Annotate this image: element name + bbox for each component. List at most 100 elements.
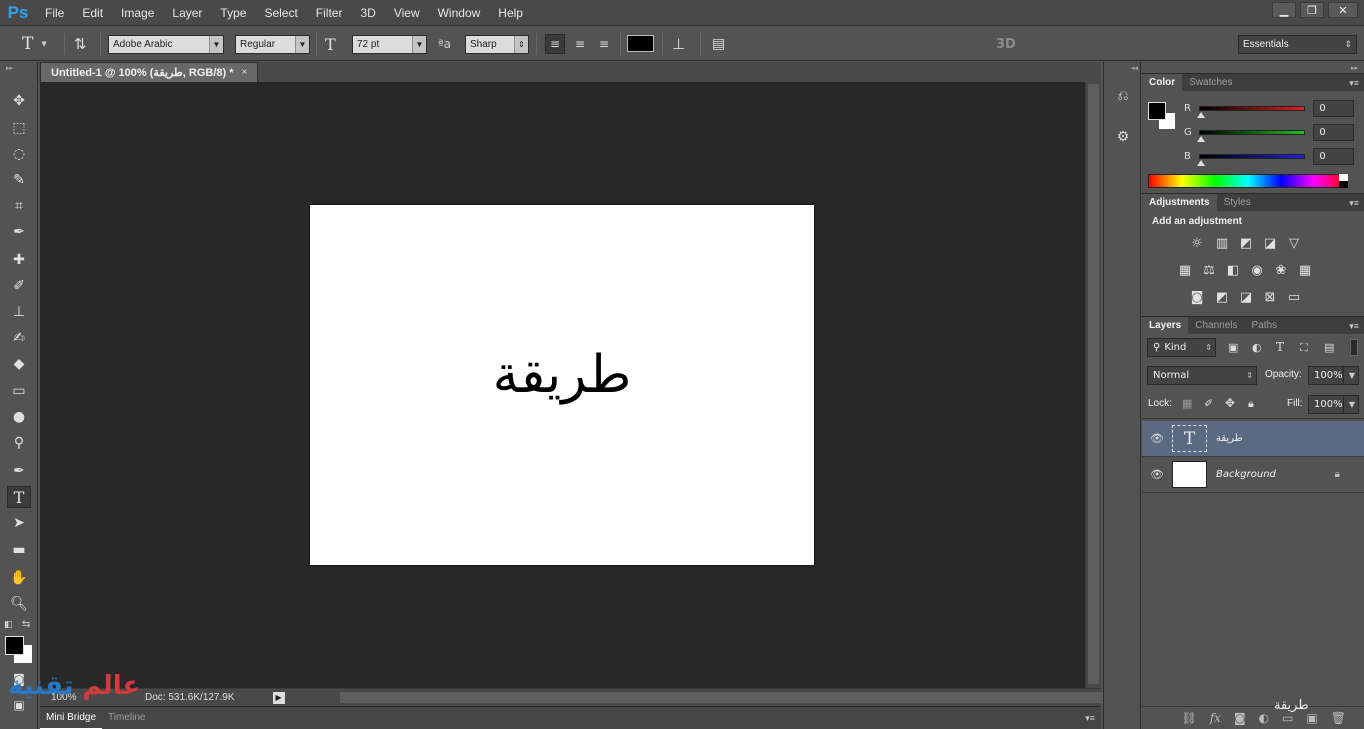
- healing-brush-icon[interactable]: ✚: [7, 249, 31, 271]
- font-style-select[interactable]: Regular ▼: [235, 34, 310, 54]
- layer-name[interactable]: Background: [1216, 469, 1276, 480]
- document-canvas[interactable]: طريقة: [310, 205, 814, 565]
- new-group-icon[interactable]: ▭: [1282, 711, 1293, 725]
- tab-paths[interactable]: Paths: [1245, 317, 1285, 334]
- type-tool-preset[interactable]: T ▼: [22, 34, 47, 54]
- zoom-tool-icon[interactable]: 🔍︎: [7, 593, 31, 615]
- visibility-eye-icon[interactable]: 👁︎: [1142, 432, 1172, 445]
- menu-file[interactable]: File: [36, 0, 73, 26]
- filter-adjustment-icon[interactable]: ◐: [1252, 341, 1262, 354]
- swap-colors-icon[interactable]: ⇆: [22, 619, 30, 630]
- tab-timeline[interactable]: Timeline: [102, 707, 151, 729]
- restore-button[interactable]: ❐: [1300, 2, 1324, 18]
- add-mask-icon[interactable]: ◙: [1234, 711, 1246, 725]
- pen-tool-icon[interactable]: ✒: [7, 460, 31, 482]
- expand-icon[interactable]: ◂◂: [1131, 64, 1138, 72]
- tab-layers[interactable]: Layers: [1142, 317, 1189, 334]
- eyedropper-tool-icon[interactable]: ✒: [7, 221, 31, 243]
- menu-edit[interactable]: Edit: [73, 0, 112, 26]
- opacity-dropdown[interactable]: ▼: [1343, 366, 1359, 385]
- marquee-tool-icon[interactable]: ⬚: [7, 117, 31, 139]
- lock-position-icon[interactable]: ✥: [1225, 396, 1235, 410]
- panel-menu-icon[interactable]: ▾≡: [1349, 198, 1359, 209]
- dodge-tool-icon[interactable]: ⚲: [7, 432, 31, 454]
- filter-pixel-icon[interactable]: ▣: [1228, 341, 1238, 354]
- exposure-icon[interactable]: ◪: [1262, 235, 1278, 251]
- workspace-select[interactable]: Essentials ⇕: [1238, 34, 1357, 54]
- invert-icon[interactable]: ◙: [1189, 289, 1205, 305]
- menu-window[interactable]: Window: [429, 0, 490, 26]
- properties-panel-icon[interactable]: ⚙: [1113, 127, 1133, 147]
- green-slider[interactable]: [1197, 129, 1306, 142]
- close-tab-icon[interactable]: ×: [242, 67, 248, 78]
- lock-pixels-icon[interactable]: ✐: [1204, 397, 1213, 410]
- menu-filter[interactable]: Filter: [307, 0, 352, 26]
- tab-styles[interactable]: Styles: [1217, 194, 1258, 211]
- new-layer-icon[interactable]: ▣: [1306, 711, 1317, 725]
- blue-value-input[interactable]: 0: [1313, 147, 1354, 165]
- align-left-icon[interactable]: ≡: [545, 34, 565, 54]
- layer-row-text[interactable]: 👁︎ T طريقة: [1142, 421, 1364, 457]
- layer-row-background[interactable]: 👁︎ Background 🔒︎: [1142, 457, 1364, 493]
- menu-help[interactable]: Help: [489, 0, 532, 26]
- color-balance-icon[interactable]: ⚖: [1201, 262, 1217, 278]
- red-slider[interactable]: [1197, 105, 1306, 118]
- color-lookup-icon[interactable]: ▦: [1297, 262, 1313, 278]
- status-menu-arrow-icon[interactable]: ▶: [272, 691, 285, 704]
- text-orientation-icon[interactable]: ⇅: [74, 34, 87, 54]
- spectrum-black-swatch[interactable]: [1339, 181, 1348, 188]
- filter-shape-icon[interactable]: ⛶: [1300, 341, 1308, 355]
- collapse-icon[interactable]: ▸▸: [1351, 64, 1358, 72]
- delete-layer-icon[interactable]: 🗑︎: [1331, 711, 1346, 725]
- close-button[interactable]: ✕: [1328, 2, 1358, 18]
- canvas-text-layer[interactable]: طريقة: [493, 345, 632, 405]
- brush-tool-icon[interactable]: ✐: [7, 275, 31, 297]
- posterize-icon[interactable]: ◩: [1214, 289, 1230, 305]
- green-value-input[interactable]: 0: [1313, 123, 1354, 141]
- red-value-input[interactable]: 0: [1313, 99, 1354, 117]
- layer-filter-select[interactable]: ⚲ Kind ⇕: [1147, 338, 1216, 357]
- lock-all-icon[interactable]: 🔒︎: [1248, 397, 1254, 411]
- eraser-tool-icon[interactable]: ◆: [7, 353, 31, 375]
- path-select-tool-icon[interactable]: ➤: [7, 512, 31, 534]
- gradient-tool-icon[interactable]: ▭: [7, 380, 31, 402]
- tab-mini-bridge[interactable]: Mini Bridge: [40, 707, 103, 729]
- foreground-color-swatch[interactable]: [5, 636, 24, 655]
- panel-menu-icon[interactable]: ▾≡: [1085, 713, 1095, 724]
- font-family-select[interactable]: Adobe Arabic ▼: [108, 34, 224, 54]
- menu-select[interactable]: Select: [255, 0, 306, 26]
- scrollbar-thumb[interactable]: [1088, 84, 1099, 684]
- link-layers-icon[interactable]: ⛓: [1181, 711, 1196, 725]
- slider-handle-icon[interactable]: [1197, 159, 1206, 166]
- menu-3d[interactable]: 3D: [351, 0, 384, 26]
- color-fg-swatch[interactable]: [1148, 102, 1166, 120]
- levels-icon[interactable]: ▥: [1214, 235, 1230, 251]
- blue-slider[interactable]: [1197, 153, 1306, 166]
- move-tool-icon[interactable]: ✥: [7, 90, 31, 112]
- lasso-tool-icon[interactable]: ◌: [7, 143, 31, 165]
- slider-handle-icon[interactable]: [1197, 135, 1206, 142]
- clone-stamp-icon[interactable]: ⊥: [7, 301, 31, 323]
- default-colors-icon[interactable]: ◧: [4, 620, 13, 630]
- visibility-eye-icon[interactable]: 👁︎: [1142, 468, 1172, 481]
- layer-name[interactable]: طريقة: [1216, 433, 1243, 444]
- vibrance-icon[interactable]: ▽: [1286, 235, 1302, 251]
- text-color-swatch[interactable]: [627, 35, 654, 52]
- filter-type-icon[interactable]: T: [1276, 340, 1284, 354]
- character-panel-icon[interactable]: ▤: [712, 34, 725, 54]
- photo-filter-icon[interactable]: ◉: [1249, 262, 1265, 278]
- blur-tool-icon[interactable]: ●: [7, 406, 31, 428]
- menu-image[interactable]: Image: [112, 0, 163, 26]
- font-size-select[interactable]: 72 pt ▼: [352, 34, 427, 54]
- lock-transparent-icon[interactable]: ▦: [1182, 397, 1192, 410]
- menu-layer[interactable]: Layer: [163, 0, 211, 26]
- tab-swatches[interactable]: Swatches: [1182, 74, 1239, 91]
- adjustment-layer-icon[interactable]: ◐: [1259, 711, 1269, 725]
- curves-icon[interactable]: ◩: [1238, 235, 1254, 251]
- brightness-icon[interactable]: ☼: [1189, 235, 1205, 251]
- slider-handle-icon[interactable]: [1197, 111, 1206, 118]
- horizontal-scrollbar[interactable]: [340, 692, 1120, 703]
- align-right-icon[interactable]: ≡: [594, 34, 614, 54]
- warp-text-icon[interactable]: ⊥: [672, 34, 685, 54]
- history-brush-icon[interactable]: ✍: [7, 327, 31, 349]
